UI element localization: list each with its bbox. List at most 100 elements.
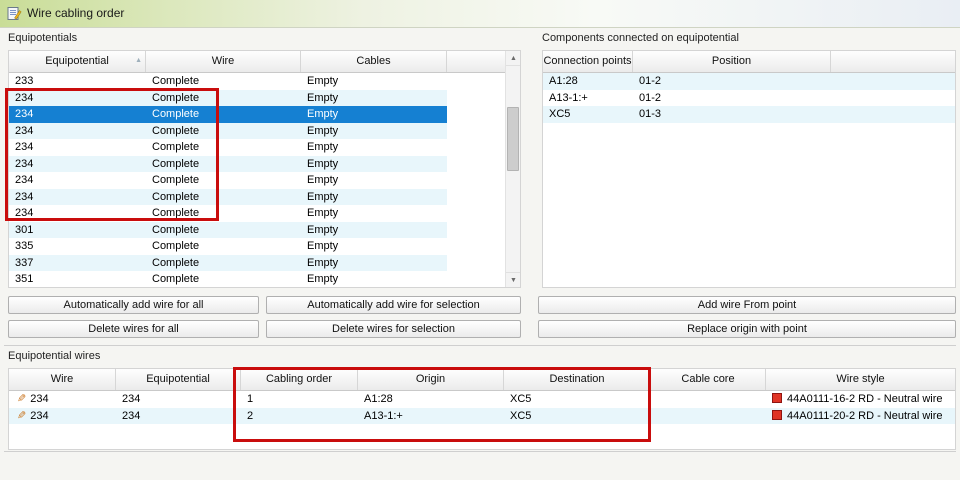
column-header-cable-core[interactable]: Cable core: [651, 369, 766, 390]
cell: Empty: [307, 223, 339, 236]
equipotentials-table-header: Equipotential ▲ Wire Cables: [9, 51, 505, 73]
components-table: Connection points Position A1:28 01-2 A13-…: [542, 50, 956, 288]
column-header-filler: [831, 51, 955, 72]
cell: 44A0111-20-2 RD - Neutral wire: [766, 408, 955, 425]
cell: Complete: [152, 124, 200, 137]
column-header-label: Destination: [549, 373, 605, 385]
cell: [651, 391, 766, 408]
column-header-wire[interactable]: Wire: [146, 51, 301, 72]
cell: 1: [247, 393, 254, 405]
column-header-position[interactable]: Position: [633, 51, 831, 72]
cell: Complete: [152, 91, 200, 104]
cell: 233: [15, 75, 34, 87]
column-header-cables[interactable]: Cables: [301, 51, 447, 72]
cell: XC5: [510, 409, 532, 422]
equipotential-row[interactable]: 234 Complete Empty: [9, 122, 447, 139]
cell: Empty: [307, 207, 339, 219]
wire-row[interactable]: ✎ 234 234 1 A1:28 XC5 44A0111-16-2 RD - Neutra…: [9, 391, 955, 408]
cell: Empty: [307, 273, 339, 285]
cell: 234: [122, 409, 141, 422]
column-header-wire-style[interactable]: Wire style: [766, 369, 955, 390]
cell: A13-1:+: [364, 409, 403, 422]
cell: Empty: [307, 240, 339, 252]
column-header-origin[interactable]: Origin: [358, 369, 504, 390]
cell: 234: [15, 157, 34, 170]
column-header-equipotential[interactable]: Equipotential ▲: [9, 51, 146, 72]
components-table-body: A1:28 01-2 A13-1:+ 01-2 XC5 01-3: [543, 73, 955, 123]
replace-origin-with-point-button[interactable]: Replace origin with point: [538, 320, 956, 338]
column-header-label: Cable core: [681, 373, 735, 385]
component-row[interactable]: A13-1:+ 01-2: [543, 90, 955, 107]
equipotential-row[interactable]: 234 Complete Empty: [9, 155, 447, 172]
column-header-label: Wire style: [836, 373, 885, 385]
wire-row[interactable]: ✎ 234 234 2 A13-1:+ XC5 44A0111-20-2 RD - Neut…: [9, 407, 955, 425]
cell: A13-1:+: [549, 91, 588, 104]
cell: ✎ 234: [9, 408, 116, 425]
scrollbar-thumb[interactable]: [507, 107, 519, 171]
equipotentials-table: Equipotential ▲ Wire Cables 233 Complete E…: [8, 50, 521, 288]
column-header-cabling-order[interactable]: Cabling order: [241, 369, 358, 390]
cell: Complete: [152, 240, 200, 252]
cell: Complete: [152, 223, 200, 236]
cell: 335: [15, 240, 34, 252]
equipotential-row[interactable]: 233 Complete Empty: [9, 73, 447, 90]
equipotential-row[interactable]: 234 Complete Empty: [9, 188, 447, 205]
cell: 234: [15, 190, 34, 203]
cell: Empty: [307, 108, 339, 120]
components-group-label: Components connected on equipotential: [542, 32, 739, 44]
auto-add-wire-selection-button[interactable]: Automatically add wire for selection: [266, 296, 521, 314]
equipotential-row[interactable]: 234 Complete Empty: [9, 106, 447, 123]
wire-color-swatch-icon: [772, 409, 782, 420]
column-header-connection-points[interactable]: Connection points: [543, 51, 633, 72]
cell: A1:28: [549, 75, 578, 87]
equipotential-row[interactable]: 301 Complete Empty: [9, 221, 447, 238]
cell: Complete: [152, 174, 200, 186]
equipotential-wires-group-label: Equipotential wires: [8, 350, 101, 362]
equipotential-row[interactable]: 234 Complete Empty: [9, 89, 447, 106]
cell: Empty: [307, 190, 339, 203]
column-header-label: Connection points: [543, 55, 632, 67]
delete-wires-selection-button[interactable]: Delete wires for selection: [266, 320, 521, 338]
cell: Complete: [152, 256, 200, 269]
cell: [651, 408, 766, 425]
column-header-destination[interactable]: Destination: [504, 369, 651, 390]
scroll-up-button[interactable]: ▲: [506, 51, 520, 66]
cell: XC5: [549, 108, 571, 120]
column-header-label: Wire: [211, 55, 235, 67]
equipotential-row[interactable]: 337 Complete Empty: [9, 254, 447, 271]
column-header-label: Wire: [50, 373, 74, 385]
wires-table-header: Wire Equipotential Cabling order Origin …: [9, 369, 955, 391]
equipotential-row[interactable]: 234 Complete Empty: [9, 205, 447, 222]
components-group: Components connected on equipotential Co…: [538, 32, 956, 342]
column-header-label: Equipotential: [45, 55, 109, 67]
cell: 234: [15, 141, 34, 153]
equipotential-wires-group: Equipotential wires Wire Equipotential C…: [4, 345, 956, 452]
add-wire-from-point-button[interactable]: Add wire From point: [538, 296, 956, 314]
cell: Complete: [152, 75, 200, 87]
equipotential-row[interactable]: 335 Complete Empty: [9, 238, 447, 255]
window-icon: [7, 6, 22, 21]
vertical-scrollbar[interactable]: ▲ ▼: [505, 51, 520, 287]
cell: 234: [15, 174, 34, 186]
equipotentials-group-label: Equipotentials: [8, 32, 78, 44]
component-row[interactable]: XC5 01-3: [543, 106, 955, 123]
wire-cabling-order-window: { "window": { "title": "Wire cabling ord…: [0, 0, 960, 480]
equipotential-row[interactable]: 351 Complete Empty: [9, 271, 447, 287]
equipotential-wires-table: Wire Equipotential Cabling order Origin …: [8, 368, 956, 450]
equipotential-row[interactable]: 234 Complete Empty: [9, 172, 447, 189]
edit-pencil-icon: ✎: [17, 393, 27, 405]
auto-add-wire-all-button[interactable]: Automatically add wire for all: [8, 296, 259, 314]
delete-wires-all-button[interactable]: Delete wires for all: [8, 320, 259, 338]
components-table-header: Connection points Position: [543, 51, 955, 73]
cell: Complete: [152, 157, 200, 170]
column-header-equipotential[interactable]: Equipotential: [116, 369, 241, 390]
column-header-wire[interactable]: Wire: [9, 369, 116, 390]
cell: A1:28: [364, 393, 393, 405]
cell: Empty: [307, 174, 339, 186]
component-row[interactable]: A1:28 01-2: [543, 73, 955, 90]
cell: 2: [247, 409, 254, 422]
column-header-label: Origin: [415, 373, 446, 385]
equipotential-row[interactable]: 234 Complete Empty: [9, 139, 447, 156]
column-header-label: Cables: [356, 55, 391, 67]
scroll-down-button[interactable]: ▼: [506, 272, 520, 287]
